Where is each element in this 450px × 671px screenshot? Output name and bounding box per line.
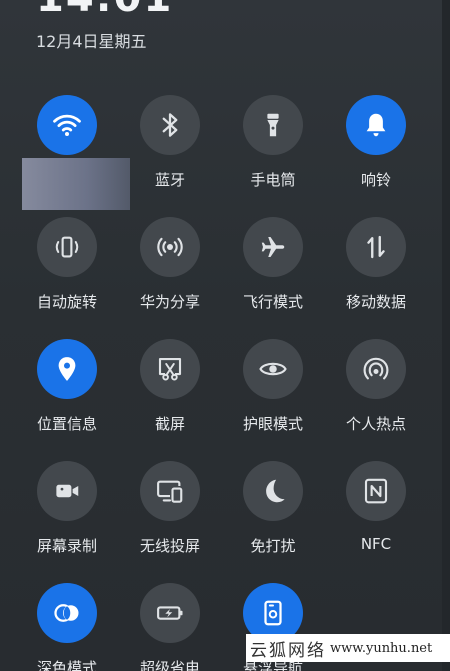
tile-battery-saver-button[interactable]: [140, 583, 200, 643]
tile-battery-saver[interactable]: 超级省电: [120, 583, 220, 671]
screen-record-icon: [56, 484, 79, 498]
bell-icon: [366, 113, 386, 137]
tile-airplane-label: 飞行模式: [242, 293, 303, 311]
tile-huawei-share-label: 华为分享: [139, 293, 200, 311]
tile-bluetooth-label: 蓝牙: [154, 171, 185, 189]
tile-eye-comfort[interactable]: 护眼模式: [223, 339, 323, 434]
tile-flashlight[interactable]: 手电筒: [223, 95, 323, 190]
status-date: 12月4日星期五: [36, 32, 147, 51]
tile-battery-saver-label: 超级省电: [139, 659, 200, 671]
dark-mode-icon: [54, 604, 79, 622]
flashlight-icon: [267, 113, 279, 137]
tile-bluetooth[interactable]: 蓝牙: [120, 95, 220, 190]
tile-eye-comfort-button[interactable]: [243, 339, 303, 399]
watermark-url: www.yunhu.net: [330, 640, 433, 656]
tile-huawei-share-button[interactable]: [140, 217, 200, 277]
auto-rotate-icon: [55, 236, 79, 258]
tile-auto-rotate[interactable]: 自动旋转: [17, 217, 117, 312]
tile-screenshot-label: 截屏: [154, 415, 185, 433]
moon-icon: [266, 479, 285, 503]
battery-saver-icon: [157, 606, 183, 620]
nfc-icon: [364, 478, 388, 504]
tile-ring-button[interactable]: [346, 95, 406, 155]
wireless-projection-icon: [157, 480, 183, 503]
tile-location-label: 位置信息: [36, 415, 97, 433]
eye-icon: [259, 362, 287, 376]
location-icon: [58, 357, 76, 381]
tile-screenshot[interactable]: 截屏: [120, 339, 220, 434]
tile-do-not-disturb[interactable]: 免打扰: [223, 461, 323, 556]
tile-bluetooth-button[interactable]: [140, 95, 200, 155]
tile-auto-rotate-button[interactable]: [37, 217, 97, 277]
screenshot-icon: [158, 357, 182, 381]
tile-screen-record-label: 屏幕录制: [36, 537, 97, 555]
tile-hotspot-button[interactable]: [346, 339, 406, 399]
status-time: 14:01: [36, 0, 173, 18]
tile-do-not-disturb-label: 免打扰: [250, 537, 296, 555]
tile-flashlight-label: 手电筒: [250, 171, 296, 189]
tile-ring-label: 响铃: [360, 171, 391, 189]
tile-nfc-label: NFC: [360, 535, 392, 553]
watermark: 云狐网络 www.yunhu.net: [246, 634, 450, 662]
bluetooth-icon: [162, 113, 178, 137]
floating-nav-icon: [264, 600, 282, 626]
tile-flashlight-button[interactable]: [243, 95, 303, 155]
tile-nfc[interactable]: NFC: [326, 461, 426, 553]
tile-screen-record-button[interactable]: [37, 461, 97, 521]
wifi-icon: [53, 114, 81, 136]
screen-edge: [442, 0, 450, 671]
tile-auto-rotate-label: 自动旋转: [36, 293, 97, 311]
tile-hotspot[interactable]: 个人热点: [326, 339, 426, 434]
hotspot-icon: [363, 357, 389, 380]
tile-dark-mode-button[interactable]: [37, 583, 97, 643]
tile-wifi-button[interactable]: [37, 95, 97, 155]
tile-wireless-projection-label: 无线投屏: [139, 537, 200, 555]
tile-mobile-data-label: 移动数据: [345, 293, 406, 311]
tile-huawei-share[interactable]: 华为分享: [120, 217, 220, 312]
tile-mobile-data[interactable]: 移动数据: [326, 217, 426, 312]
airplane-icon: [261, 237, 285, 257]
tile-do-not-disturb-button[interactable]: [243, 461, 303, 521]
tile-ring[interactable]: 响铃: [326, 95, 426, 190]
tile-wireless-projection[interactable]: 无线投屏: [120, 461, 220, 556]
share-icon: [157, 237, 183, 257]
tile-airplane[interactable]: 飞行模式: [223, 217, 323, 312]
redacted-wifi-name: [22, 158, 130, 210]
tile-hotspot-label: 个人热点: [345, 415, 406, 433]
tile-nfc-button[interactable]: [346, 461, 406, 521]
tile-screenshot-button[interactable]: [140, 339, 200, 399]
tile-location[interactable]: 位置信息: [17, 339, 117, 434]
mobile-data-icon: [367, 235, 385, 259]
tile-dark-mode[interactable]: 深色模式: [17, 583, 117, 671]
tile-mobile-data-button[interactable]: [346, 217, 406, 277]
watermark-text: 云狐网络: [250, 640, 326, 661]
quick-settings-panel: 14:01 12月4日星期五 蓝牙 手电: [0, 0, 450, 671]
tile-wireless-projection-button[interactable]: [140, 461, 200, 521]
tile-eye-comfort-label: 护眼模式: [242, 415, 303, 433]
tile-screen-record[interactable]: 屏幕录制: [17, 461, 117, 556]
tile-dark-mode-label: 深色模式: [36, 659, 97, 671]
tile-airplane-button[interactable]: [243, 217, 303, 277]
tile-location-button[interactable]: [37, 339, 97, 399]
